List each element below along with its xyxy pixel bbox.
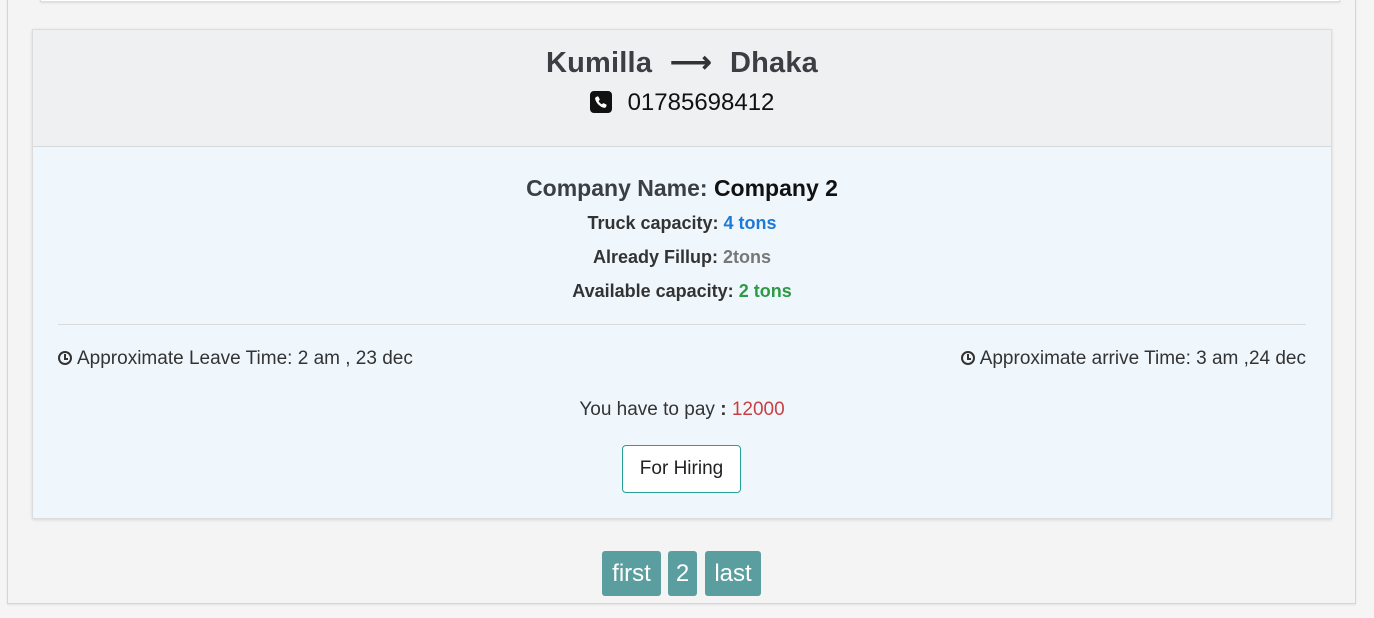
phone-square-icon <box>589 91 612 113</box>
available-capacity-label: Available capacity: <box>572 281 734 301</box>
pagination-first-button[interactable]: first <box>602 551 661 596</box>
company-name: Company 2 <box>713 175 838 201</box>
leave-time: Approximate Leave Time: 2 am , 23 dec <box>58 346 413 372</box>
route-destination: Dhaka <box>729 47 818 79</box>
card-header: Kumilla ⟶ Dhaka 01785698412 <box>33 30 1331 147</box>
leave-time-text: Approximate Leave Time: 2 am , 23 dec <box>77 348 413 369</box>
pagination-page-button[interactable]: 2 <box>668 551 697 596</box>
for-hiring-button[interactable]: For Hiring <box>622 445 741 493</box>
previous-card <box>40 0 1340 2</box>
contact-row: 01785698412 <box>33 87 1331 119</box>
payment-label: You have to pay <box>579 399 715 420</box>
clock-icon <box>58 351 72 365</box>
listing-panel: Kumilla ⟶ Dhaka 01785698412 Company Name: … <box>7 0 1356 604</box>
payment-line: You have to pay : 12000 <box>33 397 1331 423</box>
available-capacity-line: Available capacity: 2 tons <box>33 274 1331 308</box>
clock-icon <box>960 351 975 365</box>
route: Kumilla ⟶ Dhaka <box>33 30 1331 81</box>
divider <box>58 324 1306 325</box>
truck-capacity-label: Truck capacity: <box>587 213 719 233</box>
company-label: Company Name: <box>526 175 708 201</box>
fillup-line: Already Fillup: 2tons <box>33 240 1331 274</box>
arrow-right-icon: ⟶ <box>670 47 712 79</box>
route-origin: Kumilla <box>546 47 653 79</box>
fillup-label: Already Fillup: <box>592 247 718 267</box>
arrive-time-text: Approximate arrive Time: 3 am ,24 dec <box>979 348 1306 369</box>
truck-capacity-value: 4 tons <box>723 213 777 233</box>
company-line: Company Name: Company 2 <box>33 147 1331 203</box>
payment-separator: : <box>720 399 727 420</box>
truck-card: Kumilla ⟶ Dhaka 01785698412 Company Name: … <box>32 29 1332 519</box>
card-body: Company Name: Company 2 Truck capacity: … <box>33 147 1331 519</box>
phone-number: 01785698412 <box>627 89 775 116</box>
available-capacity-value: 2 tons <box>738 281 792 301</box>
payment-amount: 12000 <box>731 399 785 420</box>
pagination-last-button[interactable]: last <box>705 551 761 596</box>
fillup-value: 2tons <box>723 247 772 267</box>
truck-capacity-line: Truck capacity: 4 tons <box>33 206 1331 240</box>
arrive-time: Approximate arrive Time: 3 am ,24 dec <box>960 346 1306 372</box>
